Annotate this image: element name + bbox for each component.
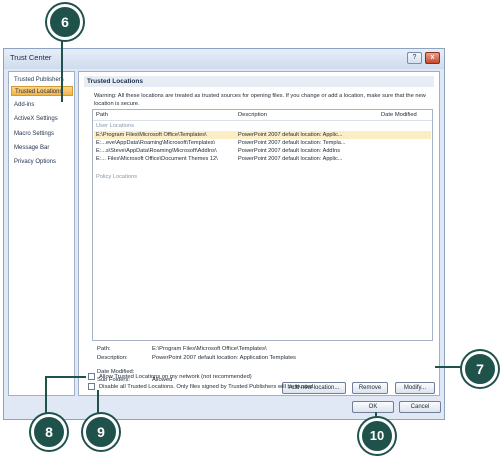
- column-header-date-modified[interactable]: Date Modified: [381, 110, 417, 120]
- user-locations-label: User Locations: [96, 123, 134, 129]
- allow-network-label: Allow Trusted Locations on my network (n…: [99, 374, 252, 381]
- row-path: E:\Program Files\Microsoft Office\Templa…: [96, 132, 207, 138]
- callout-line-8-h: [46, 376, 86, 378]
- list-row[interactable]: E:...eve\AppData\Roaming\Microsoft\Templ…: [94, 139, 431, 147]
- title-bar[interactable]: Trust Center ? x: [4, 49, 444, 69]
- row-path: E:...s\Steve\AppData\Roaming\Microsoft\A…: [96, 148, 217, 154]
- column-header-description[interactable]: Description: [238, 110, 267, 120]
- sidebar-item-message-bar[interactable]: Message Bar: [11, 143, 73, 153]
- window-title: Trust Center: [10, 53, 52, 62]
- disable-all-option[interactable]: Disable all Trusted Locations. Only file…: [88, 383, 315, 391]
- description-label: Description:: [97, 355, 128, 361]
- sidebar-item-activex-settings[interactable]: ActiveX Settings: [11, 114, 73, 124]
- sidebar-item-privacy-options[interactable]: Privacy Options: [11, 157, 73, 167]
- row-description: PowerPoint 2007 default location: Applic…: [238, 132, 343, 138]
- allow-network-checkbox[interactable]: [88, 373, 95, 380]
- cancel-button[interactable]: Cancel: [399, 401, 441, 413]
- callout-line-6: [61, 32, 63, 102]
- warning-text: Warning: All these locations are treated…: [94, 93, 426, 107]
- callout-line-9: [97, 390, 99, 414]
- callout-9: 9: [83, 414, 119, 450]
- callout-10: 10: [359, 418, 395, 454]
- path-value: E:\Program Files\Microsoft Office\Templa…: [152, 346, 267, 352]
- remove-button[interactable]: Remove: [352, 382, 388, 394]
- callout-6: 6: [47, 4, 83, 40]
- locations-list[interactable]: Path Description Date Modified User Loca…: [92, 109, 433, 341]
- sidebar-item-trusted-locations[interactable]: Trusted Locations: [11, 86, 73, 96]
- callout-line-8-v: [45, 376, 47, 416]
- allow-network-option[interactable]: Allow Trusted Locations on my network (n…: [88, 373, 252, 381]
- callout-line-7: [435, 366, 465, 368]
- list-row[interactable]: E:\Program Files\Microsoft Office\Templa…: [94, 131, 431, 139]
- sidebar-item-macro-settings[interactable]: Macro Settings: [11, 129, 73, 139]
- callout-8: 8: [31, 414, 67, 450]
- row-description: PowerPoint 2007 default location: Templa…: [238, 140, 346, 146]
- path-label: Path:: [97, 346, 111, 352]
- row-description: PowerPoint 2007 default location: AddIns: [238, 148, 341, 154]
- section-title: Trusted Locations: [84, 76, 434, 87]
- list-header: Path Description Date Modified: [93, 110, 432, 121]
- help-icon[interactable]: ?: [407, 52, 422, 64]
- content-panel: Trusted Locations Warning: All these loc…: [78, 71, 440, 396]
- disable-all-checkbox[interactable]: [88, 383, 95, 390]
- sidebar: Trusted Publishers Trusted Locations Add…: [8, 71, 75, 396]
- ok-button[interactable]: OK: [352, 401, 394, 413]
- policy-locations-label: Policy Locations: [96, 174, 138, 180]
- row-description: PowerPoint 2007 default location: Applic…: [238, 156, 343, 162]
- sidebar-item-add-ins[interactable]: Add-ins: [11, 100, 73, 110]
- sidebar-item-trusted-publishers[interactable]: Trusted Publishers: [11, 75, 73, 85]
- list-row[interactable]: E:... Files\Microsoft Office\Document Th…: [94, 155, 431, 163]
- row-path: E:... Files\Microsoft Office\Document Th…: [96, 156, 218, 162]
- modify-button[interactable]: Modify...: [395, 382, 435, 394]
- close-icon[interactable]: x: [425, 52, 440, 64]
- description-value: PowerPoint 2007 default location: Applic…: [152, 355, 296, 361]
- disable-all-label: Disable all Trusted Locations. Only file…: [99, 384, 315, 391]
- row-path: E:...eve\AppData\Roaming\Microsoft\Templ…: [96, 140, 216, 146]
- list-row[interactable]: E:...s\Steve\AppData\Roaming\Microsoft\A…: [94, 147, 431, 155]
- trust-center-dialog: Trust Center ? x Trusted Publishers Trus…: [3, 48, 445, 420]
- callout-7: 7: [462, 351, 498, 387]
- column-header-path[interactable]: Path: [96, 110, 108, 120]
